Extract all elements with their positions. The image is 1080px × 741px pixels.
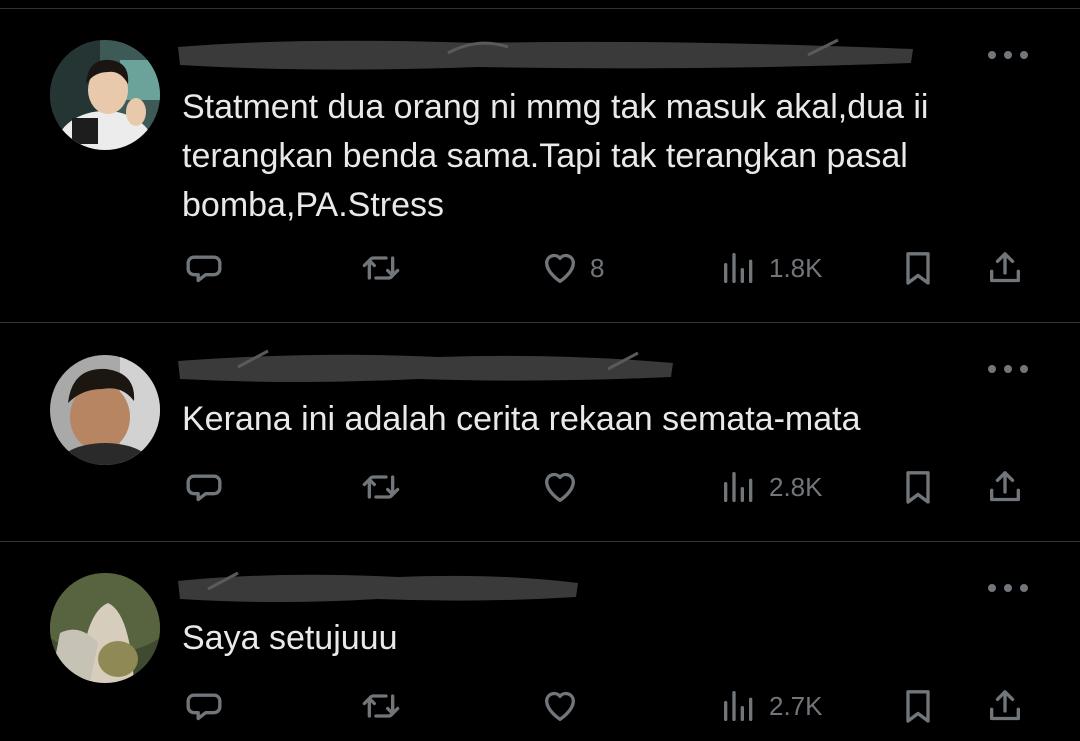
bookmark-button[interactable] xyxy=(898,243,938,293)
tweet-actions: 8 1.8K xyxy=(0,243,1080,293)
reply-tweet-2[interactable]: Kerana ini adalah cerita rekaan semata-m… xyxy=(0,323,1080,542)
like-button[interactable] xyxy=(540,462,590,512)
views-button[interactable]: 1.8K xyxy=(719,243,823,293)
reply-button[interactable] xyxy=(184,462,224,512)
like-count: 8 xyxy=(590,252,605,283)
retweet-button[interactable] xyxy=(361,462,401,512)
retweet-button[interactable] xyxy=(361,243,401,293)
like-button[interactable]: 8 xyxy=(540,243,604,293)
share-icon xyxy=(990,471,1020,502)
bookmark-icon xyxy=(906,471,930,504)
redacted-username xyxy=(178,567,578,607)
retweet-icon xyxy=(362,256,400,280)
bookmark-icon xyxy=(906,252,930,285)
more-icon[interactable] xyxy=(988,359,1028,379)
retweet-button[interactable] xyxy=(361,681,401,731)
views-icon xyxy=(724,472,753,502)
heart-icon xyxy=(545,691,575,721)
view-count: 2.7K xyxy=(769,690,823,721)
more-icon[interactable] xyxy=(988,578,1028,598)
views-icon xyxy=(724,253,753,283)
redacted-username xyxy=(178,347,673,387)
tweet-text: Kerana ini adalah cerita rekaan semata-m… xyxy=(182,400,861,438)
reply-icon xyxy=(186,255,222,283)
share-icon xyxy=(990,690,1020,721)
redacted-username xyxy=(178,35,913,75)
reply-button[interactable] xyxy=(184,243,224,293)
share-button[interactable] xyxy=(985,243,1025,293)
share-button[interactable] xyxy=(985,462,1025,512)
more-icon[interactable] xyxy=(988,45,1028,65)
tweet-actions: 2.7K xyxy=(0,681,1080,731)
retweet-icon xyxy=(362,475,400,499)
reply-tweet-1[interactable]: Statment dua orang ni mmg tak masuk akal… xyxy=(0,9,1080,323)
views-icon xyxy=(724,691,753,721)
reply-button[interactable] xyxy=(184,681,224,731)
avatar[interactable] xyxy=(50,355,160,465)
share-icon xyxy=(990,252,1020,283)
reply-icon xyxy=(186,474,222,502)
view-count: 2.8K xyxy=(769,471,823,502)
heart-icon xyxy=(545,253,575,283)
avatar[interactable] xyxy=(50,573,160,683)
retweet-icon xyxy=(362,694,400,718)
heart-icon xyxy=(545,472,575,502)
share-button[interactable] xyxy=(985,681,1025,731)
avatar[interactable] xyxy=(50,40,160,150)
tweet-text: Saya setujuuu xyxy=(182,619,398,657)
like-button[interactable] xyxy=(540,681,590,731)
bookmark-icon xyxy=(906,690,930,723)
view-count: 1.8K xyxy=(769,252,823,283)
bookmark-button[interactable] xyxy=(898,681,938,731)
views-button[interactable]: 2.8K xyxy=(719,462,823,512)
reply-icon xyxy=(186,693,222,721)
tweet-text: Statment dua orang ni mmg tak masuk akal… xyxy=(182,88,929,224)
views-button[interactable]: 2.7K xyxy=(719,681,823,731)
tweet-actions: 2.8K xyxy=(0,462,1080,512)
reply-tweet-3[interactable]: Saya setujuuu 2.7K xyxy=(0,542,1080,741)
bookmark-button[interactable] xyxy=(898,462,938,512)
